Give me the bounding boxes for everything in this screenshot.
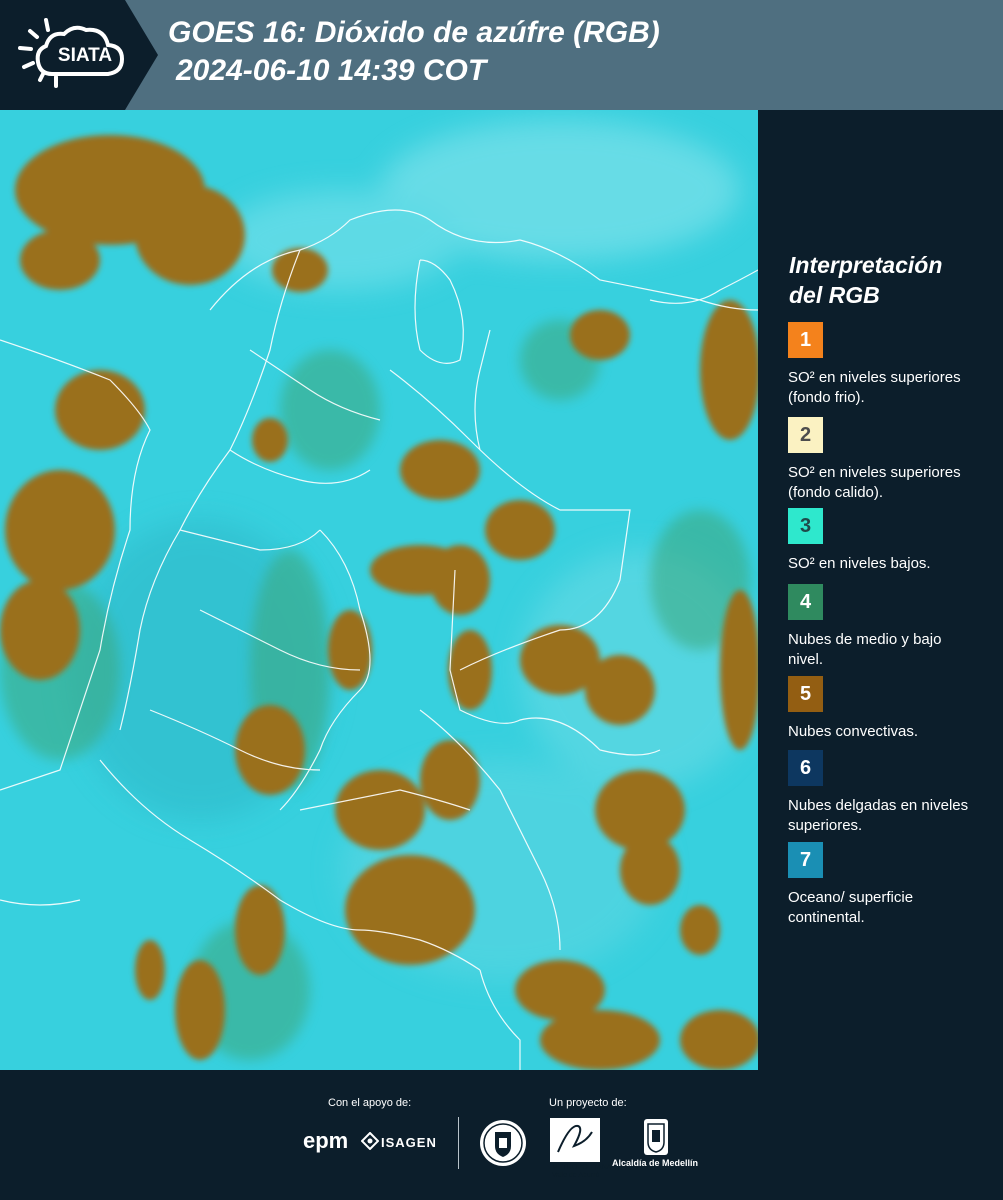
legend-label-5: Nubes convectivas. <box>788 723 919 740</box>
isagen-logo: ISAGEN <box>381 1135 437 1150</box>
page-timestamp: 2024-06-10 14:39 COT <box>176 54 487 87</box>
area-metropolitana-text: METROPOLITANA Valle de Aburrá <box>552 1164 611 1179</box>
legend-label-3: SO² en niveles bajos. <box>788 555 931 572</box>
satellite-map[interactable] <box>0 110 758 1070</box>
legend-label-7: Oceano/ superficie continental. <box>788 889 914 926</box>
legend-panel: Interpretación del RGB 1 SO² en niveles … <box>758 110 1003 1070</box>
legend-label-1: SO² en niveles superiores (fondo frio). <box>788 369 961 406</box>
epm-logo: epm <box>303 1128 349 1153</box>
project-label: Un proyecto de: <box>549 1097 627 1109</box>
footer-divider <box>458 1117 459 1169</box>
map-image <box>0 110 758 1070</box>
isagen-icon <box>361 1132 379 1150</box>
legend-swatch-6: 6 <box>788 750 823 786</box>
medellin-seal-icon <box>480 1120 526 1166</box>
legend-label-4: Nubes de medio y bajo nivel. <box>788 631 942 668</box>
footer-bar: Con el apoyo de: Un proyecto de: epm ISA… <box>0 1070 1003 1200</box>
area-metropolitana-logo <box>550 1118 600 1162</box>
legend-title: Interpretación del RGB <box>789 250 989 310</box>
logo-text: SIATA <box>57 45 113 66</box>
page-title: GOES 16: Dióxido de azúfre (RGB) <box>168 16 660 49</box>
legend-swatch-2: 2 <box>788 417 823 453</box>
legend-swatch-4: 4 <box>788 584 823 620</box>
alcaldia-shield-icon <box>644 1119 668 1155</box>
legend-swatch-3: 3 <box>788 508 823 544</box>
legend-label-6: Nubes delgadas en niveles superiores. <box>788 797 969 834</box>
alcaldia-text: Alcaldía de Medellín <box>612 1158 699 1168</box>
header-bar: SIATA GOES 16: Dióxido de azúfre (RGB) 2… <box>0 0 1003 110</box>
legend-label-2: SO² en niveles superiores (fondo calido)… <box>788 464 961 501</box>
siata-logo: SIATA <box>0 0 160 110</box>
legend-swatch-5: 5 <box>788 676 823 712</box>
legend-swatch-1: 1 <box>788 322 823 358</box>
support-label: Con el apoyo de: <box>328 1097 412 1109</box>
legend-swatch-7: 7 <box>788 842 823 878</box>
legend-title-line2: del RGB <box>789 282 880 308</box>
legend-title-line1: Interpretación <box>789 252 943 278</box>
